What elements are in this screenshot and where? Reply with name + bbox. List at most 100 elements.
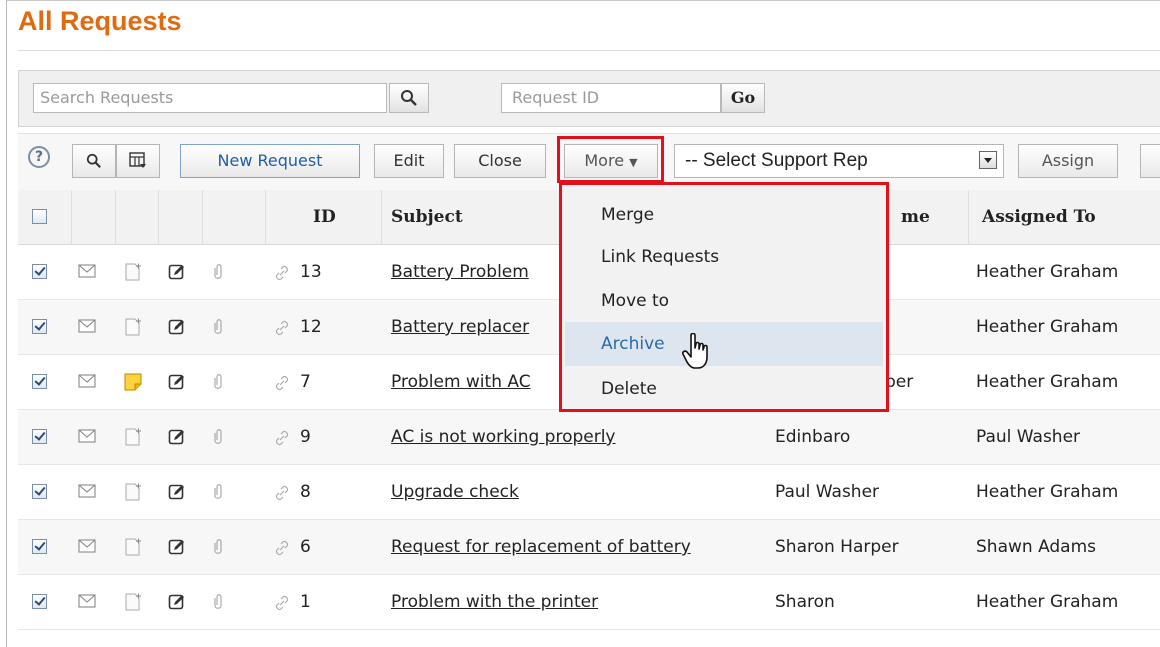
edit-icon[interactable] [168, 538, 186, 556]
mail-icon[interactable] [78, 428, 96, 444]
add-note-icon[interactable] [124, 428, 142, 451]
add-note-icon[interactable] [124, 538, 142, 561]
link-icon[interactable] [274, 595, 290, 611]
row-assigned-to: Heather Graham [976, 262, 1119, 282]
new-request-button[interactable]: New Request [180, 144, 360, 178]
search-button[interactable] [389, 83, 429, 113]
edit-icon[interactable] [168, 428, 186, 446]
row-subject-link[interactable]: Problem with the printer [391, 575, 598, 630]
row-requester: Sharon [775, 592, 835, 612]
row-subject-link[interactable]: Battery Problem [391, 245, 529, 300]
row-assigned-to: Heather Graham [976, 592, 1119, 612]
row-checkbox[interactable] [32, 484, 47, 499]
attachment-icon[interactable] [212, 373, 224, 391]
column-divider [381, 190, 382, 245]
row-checkbox[interactable] [32, 429, 47, 444]
page-title: All Requests [18, 6, 182, 36]
attachment-icon[interactable] [212, 428, 224, 446]
edit-icon[interactable] [168, 483, 186, 501]
table-row[interactable]: 1 Problem with the printer Sharon Heather G… [18, 575, 1160, 630]
row-id: 6 [300, 537, 311, 557]
search-icon [86, 153, 101, 168]
edit-button[interactable]: Edit [374, 144, 444, 178]
header-id[interactable]: ID [313, 190, 336, 245]
row-checkbox[interactable] [32, 264, 47, 279]
mail-icon[interactable] [78, 263, 96, 279]
menu-item-merge[interactable]: Merge [565, 193, 883, 237]
go-button[interactable]: Go [721, 83, 765, 113]
header-assigned-to[interactable]: Assigned To [982, 190, 1096, 245]
row-id: 13 [300, 262, 322, 282]
attachment-icon[interactable] [212, 593, 224, 611]
column-divider [202, 190, 203, 245]
mail-icon[interactable] [78, 593, 96, 609]
close-button[interactable]: Close [454, 144, 546, 178]
row-id: 7 [300, 372, 311, 392]
row-checkbox[interactable] [32, 374, 47, 389]
menu-item-delete[interactable]: Delete [565, 367, 883, 411]
link-icon[interactable] [274, 430, 290, 446]
row-requester: Sharon Harper [775, 537, 899, 557]
attachment-icon[interactable] [212, 318, 224, 336]
link-icon[interactable] [274, 540, 290, 556]
row-checkbox[interactable] [32, 539, 47, 554]
row-subject-link[interactable]: Problem with AC [391, 355, 531, 410]
column-chooser-button[interactable] [116, 144, 160, 178]
menu-item-move-to[interactable]: Move to [565, 279, 883, 323]
table-row[interactable]: 6 Request for replacement of battery Sharo… [18, 520, 1160, 575]
help-icon[interactable]: ? [28, 146, 50, 168]
table-row[interactable]: 8 Upgrade check Paul Washer Heather Graham [18, 465, 1160, 520]
add-note-icon[interactable] [124, 593, 142, 616]
column-divider [158, 190, 159, 245]
row-subject-link[interactable]: AC is not working properly [391, 410, 616, 465]
row-id: 12 [300, 317, 322, 337]
row-subject-link[interactable]: Upgrade check [391, 465, 519, 520]
select-all-checkbox[interactable] [32, 209, 47, 224]
search-bar: Search Requests Request ID Go [18, 70, 1160, 127]
mail-icon[interactable] [78, 318, 96, 334]
add-note-icon[interactable] [124, 483, 142, 506]
column-divider [968, 190, 969, 245]
row-requester: Paul Washer [775, 482, 880, 502]
row-checkbox[interactable] [32, 319, 47, 334]
mail-icon[interactable] [78, 373, 96, 389]
more-menu: Merge Link Requests Move to Archive Dele… [559, 182, 889, 412]
attachment-icon[interactable] [212, 483, 224, 501]
mail-icon[interactable] [78, 538, 96, 554]
column-chooser-icon [129, 152, 146, 168]
row-subject-link[interactable]: Battery replacer [391, 300, 529, 355]
link-icon[interactable] [274, 375, 290, 391]
edit-icon[interactable] [168, 263, 186, 281]
menu-item-archive[interactable]: Archive [565, 322, 883, 366]
edit-icon[interactable] [168, 593, 186, 611]
mail-icon[interactable] [78, 483, 96, 499]
attachment-icon[interactable] [212, 538, 224, 556]
header-requester[interactable]: me [901, 190, 930, 245]
link-icon[interactable] [274, 320, 290, 336]
row-checkbox[interactable] [32, 594, 47, 609]
row-assigned-to: Paul Washer [976, 427, 1081, 447]
assign-button[interactable]: Assign [1018, 144, 1118, 178]
row-subject-link[interactable]: Request for replacement of battery [391, 520, 691, 575]
add-note-icon[interactable] [124, 263, 142, 286]
search-toggle-button[interactable] [72, 144, 116, 178]
link-icon[interactable] [274, 265, 290, 281]
row-id: 1 [300, 592, 311, 612]
add-note-icon[interactable] [124, 318, 142, 341]
request-id-input[interactable]: Request ID [501, 83, 721, 113]
menu-item-link-requests[interactable]: Link Requests [565, 235, 883, 279]
link-icon[interactable] [274, 485, 290, 501]
search-input[interactable]: Search Requests [33, 83, 387, 113]
row-assigned-to: Heather Graham [976, 372, 1119, 392]
support-rep-select-value: -- Select Support Rep [685, 150, 868, 171]
support-rep-select[interactable]: -- Select Support Rep [674, 144, 1004, 178]
table-row[interactable]: 9 AC is not working properly Edinbaro Paul … [18, 410, 1160, 465]
header-subject[interactable]: Subject [391, 190, 463, 245]
note-icon[interactable] [124, 373, 142, 396]
extra-toolbar-button[interactable] [1140, 144, 1160, 178]
edit-icon[interactable] [168, 318, 186, 336]
attachment-icon[interactable] [212, 263, 224, 281]
edit-icon[interactable] [168, 373, 186, 391]
column-divider [71, 190, 72, 245]
more-button-highlight [557, 136, 664, 183]
